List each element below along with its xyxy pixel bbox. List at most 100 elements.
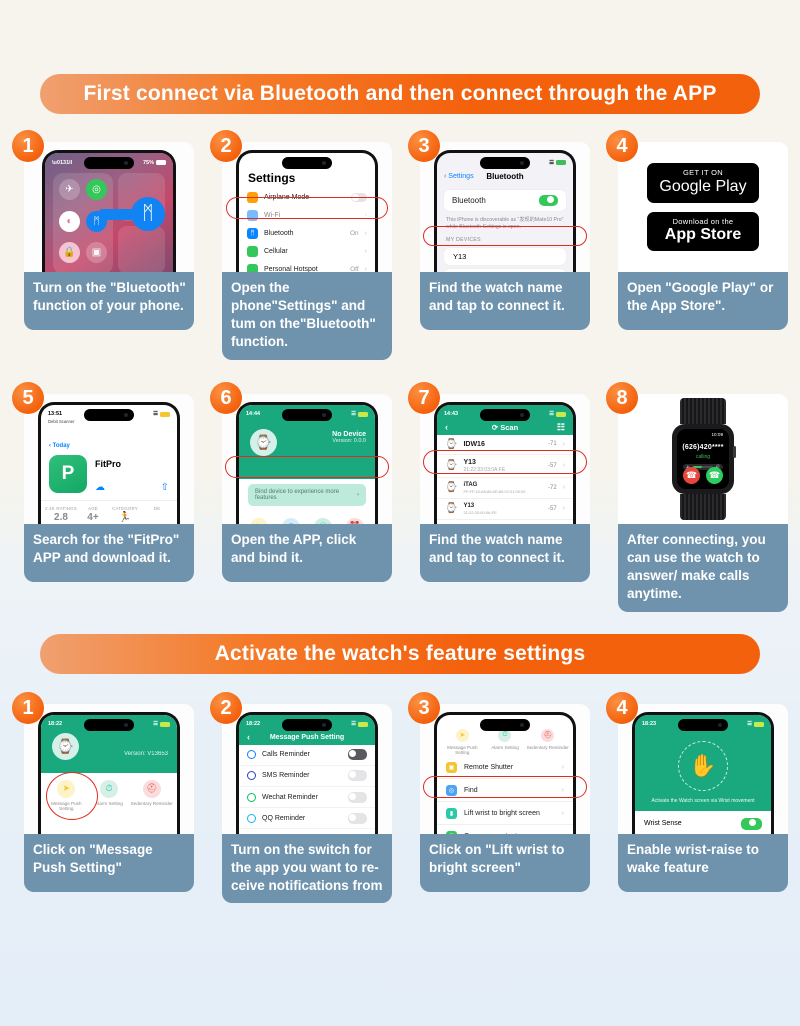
- qq-toggle[interactable]: [348, 812, 367, 824]
- device-name-y13[interactable]: Y13: [444, 248, 566, 265]
- accept-call-icon[interactable]: ☎: [706, 466, 723, 484]
- step-number-badge: 6: [210, 381, 242, 414]
- phone-screen-fitpro-device: 18:22 ☰ ⌚ Version: V13653 ➤ Message Push…: [41, 714, 177, 834]
- scan-device-row[interactable]: ⌚ iTAG FF:FF:10:A5:86:0D:80:02:01:00:00 …: [437, 478, 573, 499]
- notch: [84, 157, 134, 169]
- step-screenshot: 14:44 ☰ ⌚ No Device Version: 0.0.0 Bind …: [222, 393, 392, 524]
- scan-device-row[interactable]: ⌚ Y13 21:22:33:00:0A:FE -57 ›: [437, 499, 573, 520]
- status-time: 18:22: [48, 721, 63, 728]
- google-play-badge[interactable]: GET IT ON Google Play: [647, 163, 759, 203]
- iphone-mock: 18:22 ☰ ⌚ Version: V13653 ➤ Message Push…: [38, 711, 180, 834]
- feature-card-2: 2 18:22 ☰ ‹ Message Push Setting Calls R…: [210, 691, 392, 904]
- settings-row-bluetooth[interactable]: ᛗ Bluetooth On ›: [239, 224, 375, 242]
- iphone-mock: 14:43 ☰ ‹ ⟳ Scan ☷ ⌚ IDW16 -71 › ⌚ Y13 2…: [434, 401, 576, 524]
- rotation-lock-icon[interactable]: 🔒: [59, 242, 80, 264]
- watch-screen-incoming-call: 10:09 (626)420**** calling 🔈 🔊 ☎ ☎: [677, 428, 729, 489]
- device-mac: 21:22:33:00:0A:FE: [463, 509, 497, 515]
- phone-screen-appstore: 13:51 ☰ Debit Scanner ‹ Today P FitPro ☁…: [41, 404, 177, 524]
- app-store-badge[interactable]: Download on the App Store: [647, 211, 759, 251]
- push-row-facebook[interactable]: Facebook: [239, 829, 375, 833]
- settings-row-cellular[interactable]: Cellular ›: [239, 242, 375, 260]
- screen-mirror-icon[interactable]: ▣: [86, 242, 107, 264]
- back-button[interactable]: ‹: [247, 732, 250, 742]
- settings-row-label: Cellular: [264, 247, 288, 255]
- chevron-right-icon: ›: [562, 462, 565, 470]
- bind-device-button[interactable]: Bind device to experience more features …: [248, 483, 366, 506]
- settings-row-hotspot[interactable]: Personal Hotspot Off ›: [239, 260, 375, 272]
- step-card-4: 4 GET IT ON Google Play Download on the …: [606, 130, 788, 360]
- bluetooth-toggle[interactable]: [539, 195, 558, 206]
- settings-row-wifi[interactable]: Wi-Fi ›: [239, 206, 375, 224]
- calls-toggle[interactable]: [348, 749, 367, 761]
- share-icon[interactable]: ⇧: [161, 482, 169, 493]
- step-screenshot: \u0131ll 75% ✈ ◎ ◐ ᛗ 🔒 ▣ ᛗ: [24, 142, 194, 272]
- stat-key: DE: [153, 505, 161, 511]
- device-rssi: -57: [547, 505, 557, 512]
- push-row-qq[interactable]: QQ Reminder: [239, 808, 375, 830]
- signal-icon: ☰: [549, 159, 554, 166]
- phone-screen-control-center: \u0131ll 75% ✈ ◎ ◐ ᛗ 🔒 ▣ ᛗ: [45, 153, 173, 272]
- bluetooth-toggle-row[interactable]: Bluetooth: [444, 190, 566, 211]
- step-card-5: 5 13:51 ☰ Debit Scanner ‹ Today P FitPro…: [12, 381, 194, 612]
- my-devices-header: MY DEVICES: [446, 237, 481, 244]
- tile-sedentary[interactable]: ⛑ Sedentary Reminder: [526, 728, 569, 756]
- step-screenshot: GET IT ON Google Play Download on the Ap…: [618, 142, 788, 272]
- lift-wrist-icon: ☉: [314, 517, 332, 524]
- tile-sedentary[interactable]: ⛑ Sedentary Reminder: [130, 779, 173, 812]
- tile-lift-wrist[interactable]: ☉: [307, 517, 339, 524]
- wechat-toggle[interactable]: [348, 791, 367, 803]
- airplane-toggle[interactable]: [351, 192, 367, 202]
- wrist-sense-row[interactable]: Wrist Sense: [635, 811, 771, 834]
- push-row-label: Calls Reminder: [262, 751, 310, 759]
- back-button[interactable]: ‹: [445, 422, 448, 432]
- iphone-mock: 13:51 ☰ Debit Scanner ‹ Today P FitPro ☁…: [38, 401, 180, 524]
- notch: [480, 718, 530, 731]
- tile-label: Message Push Setting: [447, 744, 478, 756]
- wifi-icon[interactable]: ◐: [59, 210, 80, 232]
- tile-message-push[interactable]: ➤ Message Push Setting: [45, 779, 88, 812]
- step-screenshot: ☰ ‹ Settings Bluetooth Bluetooth This iP…: [420, 142, 590, 272]
- tile-find[interactable]: ◎: [275, 517, 307, 524]
- brightness-tile[interactable]: [118, 226, 165, 272]
- step-card-8: 8 10:09 (626)420**** calling 🔈: [606, 381, 788, 612]
- sms-toggle[interactable]: [348, 770, 367, 782]
- setting-row-find[interactable]: ◎ Find ›: [437, 779, 573, 803]
- scan-device-row[interactable]: ⌚ IDW16 -71 ›: [437, 435, 573, 455]
- wrist-raise-illustration-icon: ✋: [678, 740, 728, 791]
- tile-message-push[interactable]: ➤: [243, 517, 275, 524]
- hotspot-icon: [247, 263, 258, 272]
- wrist-sense-toggle[interactable]: [741, 817, 762, 830]
- setting-row-remote-shutter[interactable]: ▣ Remote Shutter ›: [437, 756, 573, 780]
- step-number-badge: 5: [12, 381, 44, 414]
- setting-row-lift-wrist[interactable]: ▮ Lift wrist to bright screen ›: [437, 802, 573, 826]
- decline-call-icon[interactable]: ☎: [683, 466, 700, 484]
- device-rssi: -71: [547, 441, 557, 448]
- watch-crown[interactable]: [733, 445, 736, 458]
- settings-row-airplane[interactable]: Airplane Mode: [239, 188, 375, 206]
- airplane-icon[interactable]: ✈: [59, 179, 80, 200]
- step-screenshot: 14:43 ☰ ‹ ⟳ Scan ☷ ⌚ IDW16 -71 › ⌚ Y13 2…: [420, 393, 590, 524]
- tile-message-push[interactable]: ➤ Message Push Setting: [441, 728, 484, 756]
- step-caption: Enable wrist-raise to wake feature: [618, 833, 788, 892]
- fitpro-home: 14:44 ☰ ⌚ No Device Version: 0.0.0 Bind …: [239, 404, 375, 524]
- airdrop-icon[interactable]: ◎: [86, 179, 107, 200]
- qr-scan-icon[interactable]: ☷: [557, 422, 565, 433]
- push-row-calls[interactable]: Calls Reminder: [239, 745, 375, 766]
- chevron-right-icon: ›: [562, 505, 565, 513]
- push-row-sms[interactable]: SMS Reminder: [239, 766, 375, 787]
- chevron-right-icon: ›: [364, 229, 367, 237]
- setting-row-common-contact[interactable]: ☎ Common contact ›: [437, 825, 573, 834]
- back-today-button[interactable]: ‹ Today: [41, 424, 177, 449]
- back-button[interactable]: ‹ Settings: [444, 173, 474, 180]
- download-icon[interactable]: ☁: [95, 482, 105, 493]
- scan-device-row[interactable]: ⌚ Y13 21:22:33:03:0A:FE -57 ›: [437, 455, 573, 478]
- push-row-wechat[interactable]: Wechat Reminder: [239, 787, 375, 809]
- tile-alarm-setting[interactable]: ⏱ Alarm Setting: [88, 779, 131, 812]
- device-info: iTAG FF:FF:10:A5:86:0D:80:02:01:00:00: [463, 482, 542, 494]
- notch: [282, 718, 332, 731]
- section-2-banner-wrap: Activate the watch's feature settings: [0, 612, 800, 674]
- bluetooth-toggle-card: Bluetooth: [444, 190, 566, 211]
- status-right: ☰: [153, 721, 170, 727]
- tile-alarm-setting[interactable]: ⏱ Alarm Setting: [484, 728, 527, 756]
- tile-alarm[interactable]: ⏰: [339, 517, 371, 524]
